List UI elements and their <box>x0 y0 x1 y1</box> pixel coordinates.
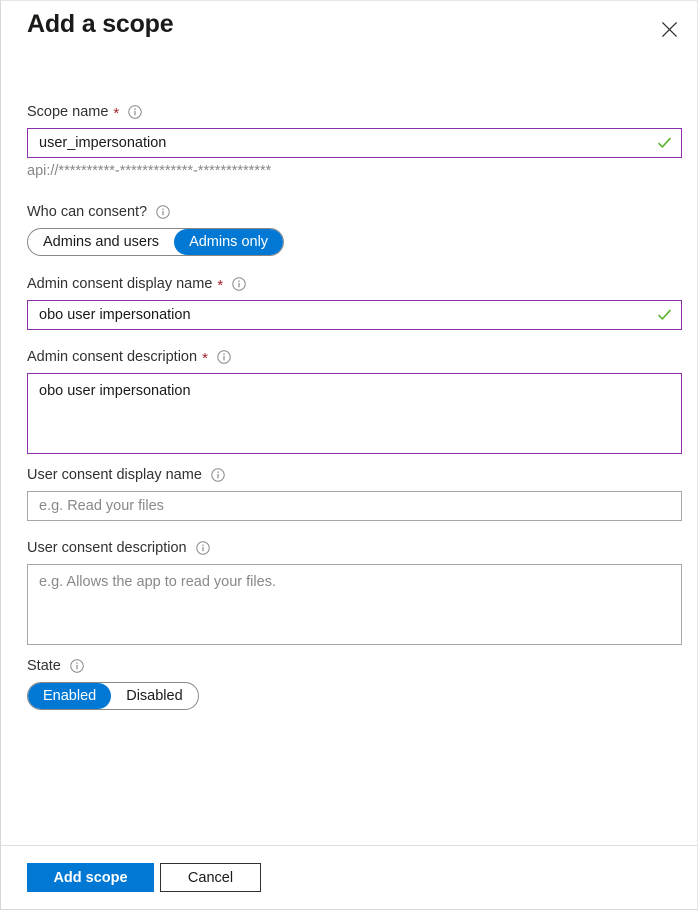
scope-name-input[interactable] <box>28 129 681 157</box>
panel-footer: Add scope Cancel <box>1 845 697 909</box>
info-icon[interactable] <box>156 205 170 219</box>
state-label: State <box>27 657 199 675</box>
admin-consent-display-name-label-text: Admin consent display name <box>27 276 213 292</box>
info-icon[interactable] <box>232 277 246 291</box>
who-can-consent-option-admins-and-users[interactable]: Admins and users <box>28 229 174 255</box>
user-consent-description-label-text: User consent description <box>27 540 187 556</box>
state-toggle[interactable]: Enabled Disabled <box>27 682 199 710</box>
user-consent-display-name-input-wrapper[interactable] <box>27 491 682 521</box>
add-scope-panel: Add a scope Scope name * user_impersonat… <box>0 0 698 910</box>
user-consent-display-name-label-text: User consent display name <box>27 467 202 483</box>
admin-consent-description-label-text: Admin consent description <box>27 349 198 365</box>
info-icon[interactable] <box>128 105 142 119</box>
scope-name-helper-text: api://**********-*************-*********… <box>27 163 272 179</box>
user-consent-display-name-input[interactable] <box>28 492 681 520</box>
cancel-button[interactable]: Cancel <box>160 863 261 892</box>
close-icon <box>661 21 678 38</box>
user-consent-description-label: User consent description <box>27 539 682 557</box>
info-icon[interactable] <box>195 541 210 555</box>
admin-consent-display-name-input[interactable] <box>28 301 681 329</box>
required-asterisk: * <box>202 350 208 367</box>
who-can-consent-label-text: Who can consent? <box>27 204 148 220</box>
user-consent-display-name-label: User consent display name <box>27 466 682 484</box>
info-icon[interactable] <box>70 659 84 673</box>
close-button[interactable] <box>653 13 685 45</box>
field-state: State Enabled Disabled <box>27 657 199 710</box>
state-option-disabled[interactable]: Disabled <box>111 683 197 709</box>
who-can-consent-label: Who can consent? <box>27 203 284 221</box>
scope-name-label: Scope name * <box>27 103 682 121</box>
state-label-text: State <box>27 658 61 674</box>
field-user-consent-display-name: User consent display name <box>27 466 682 521</box>
state-option-enabled[interactable]: Enabled <box>28 683 112 709</box>
info-icon[interactable] <box>217 350 231 364</box>
field-admin-consent-display-name: Admin consent display name * <box>27 275 682 330</box>
scope-name-label-text: Scope name <box>27 104 109 120</box>
user-consent-description-textarea[interactable] <box>28 565 681 644</box>
admin-consent-description-textarea[interactable]: obo user impersonation <box>28 374 681 453</box>
field-user-consent-description: User consent description <box>27 539 682 645</box>
admin-consent-display-name-input-wrapper[interactable] <box>27 300 682 330</box>
field-admin-consent-description: Admin consent description * obo user imp… <box>27 348 682 454</box>
field-scope-name: Scope name * <box>27 103 682 158</box>
required-asterisk: * <box>217 277 224 294</box>
admin-consent-description-label: Admin consent description * <box>27 348 682 366</box>
who-can-consent-toggle[interactable]: Admins and users Admins only <box>27 228 285 256</box>
required-asterisk: * <box>113 105 120 122</box>
field-who-can-consent: Who can consent? Admins and users Admins… <box>27 203 285 256</box>
admin-consent-display-name-label: Admin consent display name * <box>27 275 682 293</box>
info-icon[interactable] <box>211 468 225 482</box>
user-consent-description-textarea-wrapper[interactable] <box>27 564 682 645</box>
admin-consent-description-textarea-wrapper[interactable]: obo user impersonation <box>27 373 682 454</box>
who-can-consent-option-admins-only[interactable]: Admins only <box>174 229 284 255</box>
panel-header: Add a scope <box>1 1 697 63</box>
form-body: Scope name * api://* <box>1 63 697 846</box>
add-scope-button[interactable]: Add scope <box>27 863 154 892</box>
scope-name-input-wrapper[interactable] <box>27 128 682 158</box>
page-title: Add a scope <box>27 10 174 38</box>
